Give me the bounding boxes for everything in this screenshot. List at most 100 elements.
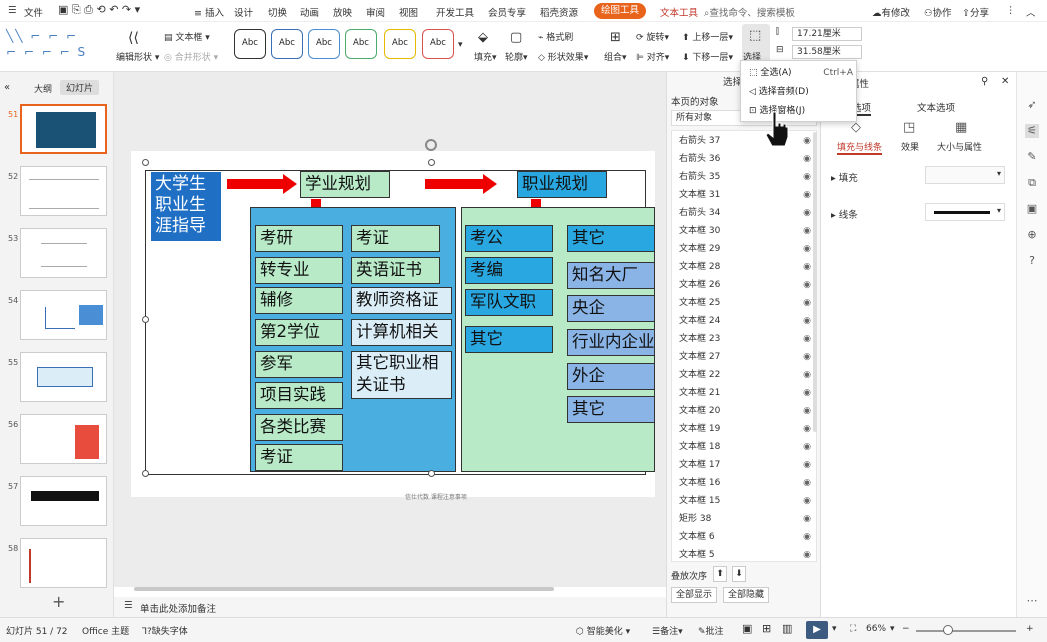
pin-icon[interactable]: ✎	[1025, 150, 1039, 164]
study-item[interactable]: 转专业	[255, 257, 343, 284]
visibility-eye-icon[interactable]: ◉	[803, 204, 811, 222]
play-options-icon[interactable]: ▾	[832, 624, 837, 634]
visibility-eye-icon[interactable]: ◉	[803, 528, 811, 546]
menu-icon[interactable]: ☰	[8, 5, 17, 16]
play-button[interactable]: ▶	[806, 621, 828, 639]
career-plan-box[interactable]: 职业规划	[517, 171, 607, 198]
menu-design[interactable]: 设计	[234, 5, 253, 19]
visibility-eye-icon[interactable]: ◉	[803, 474, 811, 492]
tab-text-options[interactable]: 文本选项	[917, 100, 955, 114]
line-section[interactable]: ▸ 线条	[831, 207, 858, 221]
object-list-item[interactable]: 文本框 19 ◉	[679, 420, 819, 438]
shape-style-3[interactable]: Abc	[308, 29, 340, 59]
slide-thumb-53[interactable]	[20, 228, 107, 278]
object-list-item[interactable]: 文本框 31 ◉	[679, 186, 819, 204]
scrollbar-thumb[interactable]	[134, 587, 554, 591]
fill-button[interactable]: 填充▾	[474, 50, 497, 63]
zoom-in-icon[interactable]: +	[1026, 624, 1034, 634]
career-item[interactable]: 行业内企业	[567, 329, 655, 356]
visibility-eye-icon[interactable]: ◉	[803, 150, 811, 168]
menu-insert[interactable]: ≡ 插入	[194, 5, 224, 19]
rotate-handle[interactable]	[425, 139, 437, 151]
object-list-item[interactable]: 文本框 24 ◉	[679, 312, 819, 330]
help-icon[interactable]: ?	[1025, 254, 1039, 268]
career-item[interactable]: 外企	[567, 363, 655, 390]
subtab-effect[interactable]: 效果	[901, 140, 919, 153]
shape-style-4[interactable]: Abc	[345, 29, 377, 59]
resize-handle[interactable]	[428, 159, 435, 166]
slide-thumb-51[interactable]	[20, 104, 107, 154]
line-dropdown[interactable]: ▾	[925, 203, 1005, 221]
object-list-item[interactable]: 文本框 15 ◉	[679, 492, 819, 510]
add-slide-button[interactable]: +	[52, 592, 65, 611]
edit-shape-button[interactable]: 编辑形状 ▾	[116, 50, 159, 63]
up-layer-button[interactable]: ⬆ 上移一层▾	[682, 30, 733, 43]
slide-thumb-55[interactable]	[20, 352, 107, 402]
shape-style-2[interactable]: Abc	[271, 29, 303, 59]
fill-dropdown[interactable]: ▾	[925, 166, 1005, 184]
object-list-item[interactable]: 右箭头 35 ◉	[679, 168, 819, 186]
group-button[interactable]: 组合▾	[604, 50, 627, 63]
object-list-item[interactable]: 文本框 23 ◉	[679, 330, 819, 348]
object-list-item[interactable]: 文本框 18 ◉	[679, 438, 819, 456]
menu-file[interactable]: 文件	[24, 5, 43, 19]
grid-view-icon[interactable]: ⊞	[762, 622, 771, 635]
slide-thumb-57[interactable]	[20, 476, 107, 526]
visibility-eye-icon[interactable]: ◉	[803, 456, 811, 474]
move-down-button[interactable]: ⬇	[732, 566, 746, 582]
career-item[interactable]: 其它	[567, 396, 655, 423]
menu-member[interactable]: 会员专享	[488, 5, 526, 19]
object-list-item[interactable]: 右箭头 36 ◉	[679, 150, 819, 168]
object-list-item[interactable]: 文本框 5 ◉	[679, 546, 819, 564]
right-arrow[interactable]	[425, 179, 485, 189]
object-list-item[interactable]: 文本框 21 ◉	[679, 384, 819, 402]
career-item[interactable]: 知名大厂	[567, 262, 655, 289]
list-scrollbar[interactable]	[813, 132, 817, 432]
object-list-item[interactable]: 矩形 38 ◉	[679, 510, 819, 528]
menu-docer[interactable]: 稻壳资源	[540, 5, 578, 19]
object-list-item[interactable]: 文本框 16 ◉	[679, 474, 819, 492]
select-audio-item[interactable]: ◁ 选择音频(D)	[749, 83, 853, 101]
tab-outline[interactable]: 大纲	[34, 82, 52, 95]
visibility-eye-icon[interactable]: ◉	[803, 366, 811, 384]
object-list-item[interactable]: 文本框 17 ◉	[679, 456, 819, 474]
zoom-out-icon[interactable]: −	[902, 624, 910, 634]
normal-view-icon[interactable]: ▣	[742, 622, 752, 635]
right-arrow[interactable]	[227, 179, 285, 189]
zoom-slider[interactable]	[916, 630, 1016, 632]
image-icon[interactable]: ▣	[1025, 202, 1039, 216]
visibility-eye-icon[interactable]: ◉	[803, 132, 811, 150]
textbox-button[interactable]: ▤ 文本框 ▾	[164, 30, 210, 43]
shape-style-1[interactable]: Abc	[234, 29, 266, 59]
resize-handle[interactable]	[142, 316, 149, 323]
align-button[interactable]: ⊫ 对齐▾	[636, 50, 669, 63]
visibility-eye-icon[interactable]: ◉	[803, 420, 811, 438]
study-item[interactable]: 各类比赛	[255, 414, 343, 441]
visibility-eye-icon[interactable]: ◉	[803, 222, 811, 240]
collab-button[interactable]: ⚇协作	[924, 5, 952, 19]
career-item[interactable]: 考公	[465, 225, 553, 252]
comment-button[interactable]: ✎批注	[698, 624, 724, 637]
line-shapes-gallery[interactable]: ╲╲ ⌐ ⌐ ⌐ ⌐ ⌐ ⌐ ⌐ S	[6, 28, 106, 62]
notes-toggle-button[interactable]: ☰备注▾	[652, 624, 683, 637]
visibility-eye-icon[interactable]: ◉	[803, 294, 811, 312]
object-list-item[interactable]: 文本框 20 ◉	[679, 402, 819, 420]
study-item[interactable]: 计算机相关	[351, 319, 452, 346]
career-item[interactable]: 央企	[567, 295, 655, 322]
object-list-item[interactable]: 文本框 22 ◉	[679, 366, 819, 384]
zoom-options-icon[interactable]: ▾	[890, 624, 895, 634]
object-list-item[interactable]: 文本框 30 ◉	[679, 222, 819, 240]
smart-beautify-button[interactable]: ⬡ 智能美化 ▾	[576, 624, 630, 637]
object-list-item[interactable]: 文本框 27 ◉	[679, 348, 819, 366]
show-all-button[interactable]: 全部显示	[671, 587, 717, 603]
quick-access-icons[interactable]: ▣ ⎘ ⎙ ⟲ ↶ ↷ ▾	[58, 3, 140, 17]
fill-section[interactable]: ▸ 填充	[831, 170, 858, 184]
visibility-eye-icon[interactable]: ◉	[803, 312, 811, 330]
width-field[interactable]: 31.58厘米	[792, 45, 862, 59]
object-list-item[interactable]: 文本框 28 ◉	[679, 258, 819, 276]
share-button[interactable]: ⇪分享	[962, 5, 989, 19]
slide-thumb-52[interactable]	[20, 166, 107, 216]
study-item[interactable]: 考研	[255, 225, 343, 252]
collapse-panel-icon[interactable]: «	[4, 82, 10, 93]
object-list-item[interactable]: 文本框 25 ◉	[679, 294, 819, 312]
